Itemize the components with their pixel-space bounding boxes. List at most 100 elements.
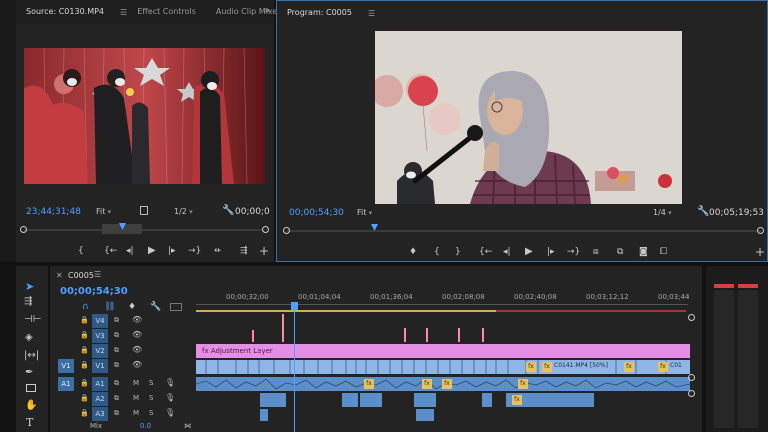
timeline-timecode[interactable]: 00;00;54;30 <box>60 286 128 297</box>
source-settings-icon[interactable] <box>140 206 148 215</box>
mic-icon[interactable]: 🎙 <box>165 378 175 387</box>
sync-lock-icon[interactable]: ⧉ <box>114 316 119 325</box>
mic-icon[interactable]: 🎙 <box>165 393 175 402</box>
scroll-handle[interactable] <box>688 314 695 321</box>
program-compare-icon[interactable]: ⧠ <box>660 247 667 257</box>
tab-effect-controls[interactable]: Effect Controls <box>127 0 206 24</box>
solo-button[interactable]: S <box>149 379 153 387</box>
a2-audio-clip[interactable] <box>414 393 436 407</box>
clip-marker[interactable] <box>426 328 428 342</box>
sync-lock-icon[interactable]: ⧉ <box>114 409 119 418</box>
adjustment-layer-clip[interactable]: fx Adjustment Layer <box>196 344 690 358</box>
wrench-icon[interactable]: 🔧 <box>222 205 234 216</box>
timeline-playhead[interactable] <box>294 310 295 432</box>
lock-icon[interactable]: 🔒 <box>80 394 89 402</box>
a3-audio-clip[interactable] <box>416 409 434 421</box>
source-step-forward-icon[interactable]: |▸ <box>168 246 176 256</box>
pen-tool-icon[interactable]: ✒ <box>25 367 33 378</box>
lock-icon[interactable]: 🔒 <box>80 346 89 354</box>
clip-marker[interactable] <box>282 314 284 342</box>
a2-audio-clip[interactable] <box>360 393 382 407</box>
track-target-v1[interactable]: V1 <box>92 359 108 373</box>
eye-icon[interactable]: 👁 <box>132 345 142 354</box>
sync-lock-icon[interactable]: ⧉ <box>114 331 119 340</box>
track-target-a1[interactable]: A1 <box>92 377 108 391</box>
source-patch-v1[interactable]: V1 <box>58 359 74 373</box>
program-scrubber[interactable] <box>283 224 764 235</box>
eye-icon[interactable]: 👁 <box>132 315 142 324</box>
program-go-in-icon[interactable]: {← <box>479 247 492 257</box>
clip-marker[interactable] <box>404 328 406 342</box>
source-add-button-icon[interactable]: + <box>259 244 269 258</box>
lock-icon[interactable]: 🔒 <box>80 316 89 324</box>
tab-source[interactable]: Source: C0130.MP4 <box>16 0 114 24</box>
mute-button[interactable]: M <box>133 409 139 417</box>
program-extract-icon[interactable]: ⧉ <box>617 247 623 257</box>
program-wrench-icon[interactable]: 🔧 <box>697 206 709 217</box>
a2-audio-clip[interactable] <box>342 393 358 407</box>
source-patch-a1[interactable]: A1 <box>58 377 74 391</box>
eye-icon[interactable]: 👁 <box>132 330 142 339</box>
clip-marker[interactable] <box>458 328 460 342</box>
a2-audio-clip[interactable] <box>260 393 286 407</box>
mute-button[interactable]: M <box>133 379 139 387</box>
program-timecode[interactable]: 00;00;54;30 <box>289 208 344 218</box>
scroll-handle[interactable] <box>688 390 695 397</box>
program-go-out-icon[interactable]: →} <box>567 247 580 257</box>
program-step-back-icon[interactable]: ◂| <box>503 247 511 257</box>
timeline-close-icon[interactable]: ✕ <box>56 271 63 280</box>
a2-audio-clip[interactable] <box>482 393 492 407</box>
timeline-menu-icon[interactable]: ☰ <box>94 270 101 279</box>
panel-overflow-icon[interactable]: » <box>264 6 270 16</box>
lock-icon[interactable]: 🔒 <box>80 361 89 369</box>
program-camera-icon[interactable]: ◙ <box>639 247 648 257</box>
razor-tool-icon[interactable]: ◈ <box>25 332 33 343</box>
panel-menu-icon[interactable]: ☰ <box>120 8 127 17</box>
mute-button[interactable]: M <box>133 394 139 402</box>
ripple-edit-tool-icon[interactable]: ⊣⊢ <box>24 314 41 325</box>
program-mark-out-icon[interactable]: } <box>455 247 461 257</box>
source-timecode[interactable]: 23;44;31;48 <box>26 207 81 217</box>
selection-tool-icon[interactable]: ➤ <box>25 280 34 293</box>
program-zoom-select[interactable]: Fit <box>357 208 372 217</box>
program-lift-icon[interactable]: ⧈ <box>593 247 599 257</box>
track-target-v3[interactable]: V3 <box>92 329 108 343</box>
sync-lock-icon[interactable]: ⧉ <box>114 394 119 403</box>
solo-button[interactable]: S <box>149 394 153 402</box>
clip-marker[interactable] <box>252 330 254 342</box>
source-play-icon[interactable]: ▶ <box>148 245 156 256</box>
source-zoom-select[interactable]: Fit <box>96 207 111 216</box>
source-overwrite-icon[interactable]: ⇶ <box>240 246 248 256</box>
program-resolution-select[interactable]: 1/4 <box>653 208 672 217</box>
eye-icon[interactable]: 👁 <box>132 360 142 369</box>
mic-icon[interactable]: 🎙 <box>165 408 175 417</box>
track-area[interactable]: fx Adjustment Layer fx fx C0141.MP4 [50%… <box>196 310 690 432</box>
track-target-a2[interactable]: A2 <box>92 392 108 406</box>
type-tool-icon[interactable]: T <box>26 416 33 429</box>
source-go-out-icon[interactable]: →} <box>188 246 201 256</box>
program-marker-icon[interactable]: ♦ <box>409 247 417 257</box>
source-resolution-select[interactable]: 1/2 <box>174 207 193 216</box>
hand-tool-icon[interactable]: ✋ <box>25 400 37 411</box>
source-mark-in-icon[interactable]: { <box>78 246 84 256</box>
program-add-button-icon[interactable]: + <box>755 245 765 259</box>
track-target-v2[interactable]: V2 <box>92 344 108 358</box>
clip-marker[interactable] <box>482 328 484 342</box>
track-target-v4[interactable]: V4 <box>92 314 108 328</box>
sync-lock-icon[interactable]: ⧉ <box>114 346 119 355</box>
slip-tool-icon[interactable]: |↔| <box>24 350 39 361</box>
program-play-icon[interactable]: ▶ <box>525 246 533 257</box>
a3-audio-clip[interactable] <box>260 409 268 421</box>
timeline-tab-title[interactable]: C0005 <box>68 271 94 280</box>
lock-icon[interactable]: 🔒 <box>80 379 89 387</box>
program-menu-icon[interactable]: ☰ <box>368 9 375 18</box>
rectangle-tool-icon[interactable] <box>26 384 36 392</box>
lock-icon[interactable]: 🔒 <box>80 331 89 339</box>
source-insert-icon[interactable]: ⇷ <box>214 246 222 256</box>
scroll-handle[interactable] <box>688 374 695 381</box>
sync-lock-icon[interactable]: ⧉ <box>114 379 119 388</box>
program-step-forward-icon[interactable]: |▸ <box>547 247 555 257</box>
mix-value[interactable]: 0.0 <box>140 422 151 430</box>
mix-end-icon[interactable]: ⋈ <box>184 422 191 430</box>
source-scrubber[interactable] <box>20 223 269 234</box>
